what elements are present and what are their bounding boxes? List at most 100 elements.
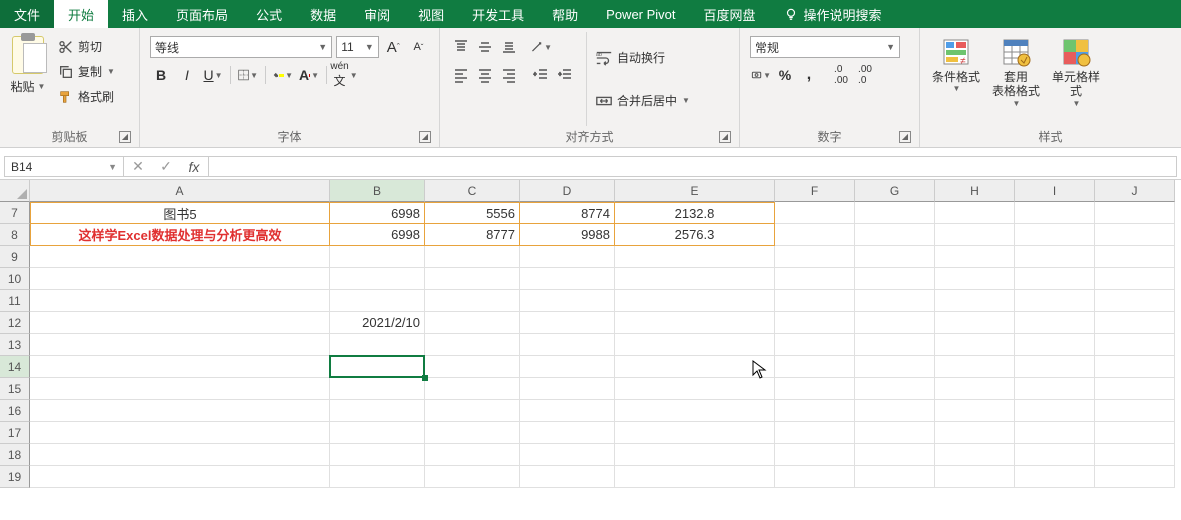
- cell-D19[interactable]: [520, 466, 615, 488]
- cell-B8[interactable]: 6998: [330, 224, 425, 246]
- cell-D13[interactable]: [520, 334, 615, 356]
- cell-J9[interactable]: [1095, 246, 1175, 268]
- cell-G16[interactable]: [855, 400, 935, 422]
- borders-button[interactable]: ▼: [237, 64, 259, 86]
- cell-I19[interactable]: [1015, 466, 1095, 488]
- cell-G14[interactable]: [855, 356, 935, 378]
- align-dialog-launcher[interactable]: ◢: [719, 131, 731, 143]
- cell-A15[interactable]: [30, 378, 330, 400]
- cell-J10[interactable]: [1095, 268, 1175, 290]
- cell-H12[interactable]: [935, 312, 1015, 334]
- decrease-decimal-button[interactable]: .00.0: [854, 64, 876, 86]
- merge-center-button[interactable]: 合并后居中▼: [589, 89, 696, 113]
- cell-G15[interactable]: [855, 378, 935, 400]
- cell-E12[interactable]: [615, 312, 775, 334]
- cell-I7[interactable]: [1015, 202, 1095, 224]
- cell-D11[interactable]: [520, 290, 615, 312]
- cell-J14[interactable]: [1095, 356, 1175, 378]
- clipboard-dialog-launcher[interactable]: ◢: [119, 131, 131, 143]
- cell-J15[interactable]: [1095, 378, 1175, 400]
- cell-B13[interactable]: [330, 334, 425, 356]
- align-right-button[interactable]: [498, 64, 520, 86]
- cell-I16[interactable]: [1015, 400, 1095, 422]
- cell-D8[interactable]: 9988: [520, 224, 615, 246]
- cell-F16[interactable]: [775, 400, 855, 422]
- cell-C12[interactable]: [425, 312, 520, 334]
- cell-F11[interactable]: [775, 290, 855, 312]
- cell-C15[interactable]: [425, 378, 520, 400]
- cell-G12[interactable]: [855, 312, 935, 334]
- column-header-A[interactable]: A: [30, 180, 330, 202]
- column-header-C[interactable]: C: [425, 180, 520, 202]
- column-header-I[interactable]: I: [1015, 180, 1095, 202]
- cell-C19[interactable]: [425, 466, 520, 488]
- cell-F10[interactable]: [775, 268, 855, 290]
- cell-E15[interactable]: [615, 378, 775, 400]
- column-header-H[interactable]: H: [935, 180, 1015, 202]
- cell-D16[interactable]: [520, 400, 615, 422]
- cell-F8[interactable]: [775, 224, 855, 246]
- cell-E18[interactable]: [615, 444, 775, 466]
- cell-G18[interactable]: [855, 444, 935, 466]
- cell-A17[interactable]: [30, 422, 330, 444]
- cell-D18[interactable]: [520, 444, 615, 466]
- cell-I8[interactable]: [1015, 224, 1095, 246]
- cell-H13[interactable]: [935, 334, 1015, 356]
- cell-J19[interactable]: [1095, 466, 1175, 488]
- cell-F19[interactable]: [775, 466, 855, 488]
- format-painter-button[interactable]: 格式刷: [54, 86, 119, 107]
- cell-A8[interactable]: 这样学Excel数据处理与分析更高效: [30, 224, 330, 246]
- cell-I18[interactable]: [1015, 444, 1095, 466]
- cell-C16[interactable]: [425, 400, 520, 422]
- cell-F12[interactable]: [775, 312, 855, 334]
- cell-D10[interactable]: [520, 268, 615, 290]
- cell-G10[interactable]: [855, 268, 935, 290]
- cell-D7[interactable]: 8774: [520, 202, 615, 224]
- cell-styles-button[interactable]: 单元格样式▼: [1048, 36, 1104, 122]
- cell-E9[interactable]: [615, 246, 775, 268]
- comma-button[interactable]: ,: [798, 64, 820, 86]
- cell-C7[interactable]: 5556: [425, 202, 520, 224]
- font-dialog-launcher[interactable]: ◢: [419, 131, 431, 143]
- column-header-E[interactable]: E: [615, 180, 775, 202]
- cell-F14[interactable]: [775, 356, 855, 378]
- align-left-button[interactable]: [450, 64, 472, 86]
- accounting-format-button[interactable]: ▼: [750, 64, 772, 86]
- row-header-19[interactable]: 19: [0, 466, 30, 488]
- number-dialog-launcher[interactable]: ◢: [899, 131, 911, 143]
- cell-B10[interactable]: [330, 268, 425, 290]
- tab-review[interactable]: 审阅: [350, 0, 404, 28]
- cell-A11[interactable]: [30, 290, 330, 312]
- cell-G7[interactable]: [855, 202, 935, 224]
- column-header-J[interactable]: J: [1095, 180, 1175, 202]
- row-header-15[interactable]: 15: [0, 378, 30, 400]
- cell-F9[interactable]: [775, 246, 855, 268]
- cell-F18[interactable]: [775, 444, 855, 466]
- cell-D15[interactable]: [520, 378, 615, 400]
- cell-B14[interactable]: [330, 356, 425, 378]
- align-center-button[interactable]: [474, 64, 496, 86]
- column-header-G[interactable]: G: [855, 180, 935, 202]
- cell-C8[interactable]: 8777: [425, 224, 520, 246]
- cell-D14[interactable]: [520, 356, 615, 378]
- tab-file[interactable]: 文件: [0, 0, 54, 28]
- tab-view[interactable]: 视图: [404, 0, 458, 28]
- row-header-8[interactable]: 8: [0, 224, 30, 246]
- cell-B9[interactable]: [330, 246, 425, 268]
- bold-button[interactable]: B: [150, 64, 172, 86]
- row-header-10[interactable]: 10: [0, 268, 30, 290]
- column-header-F[interactable]: F: [775, 180, 855, 202]
- row-header-9[interactable]: 9: [0, 246, 30, 268]
- underline-button[interactable]: U▼: [202, 64, 224, 86]
- cell-E17[interactable]: [615, 422, 775, 444]
- cell-A16[interactable]: [30, 400, 330, 422]
- font-color-button[interactable]: A▼: [298, 64, 320, 86]
- cell-H17[interactable]: [935, 422, 1015, 444]
- tab-data[interactable]: 数据: [296, 0, 350, 28]
- cell-C18[interactable]: [425, 444, 520, 466]
- format-as-table-button[interactable]: 套用 表格格式▼: [988, 36, 1044, 122]
- column-header-B[interactable]: B: [330, 180, 425, 202]
- cell-I10[interactable]: [1015, 268, 1095, 290]
- cell-I12[interactable]: [1015, 312, 1095, 334]
- row-header-16[interactable]: 16: [0, 400, 30, 422]
